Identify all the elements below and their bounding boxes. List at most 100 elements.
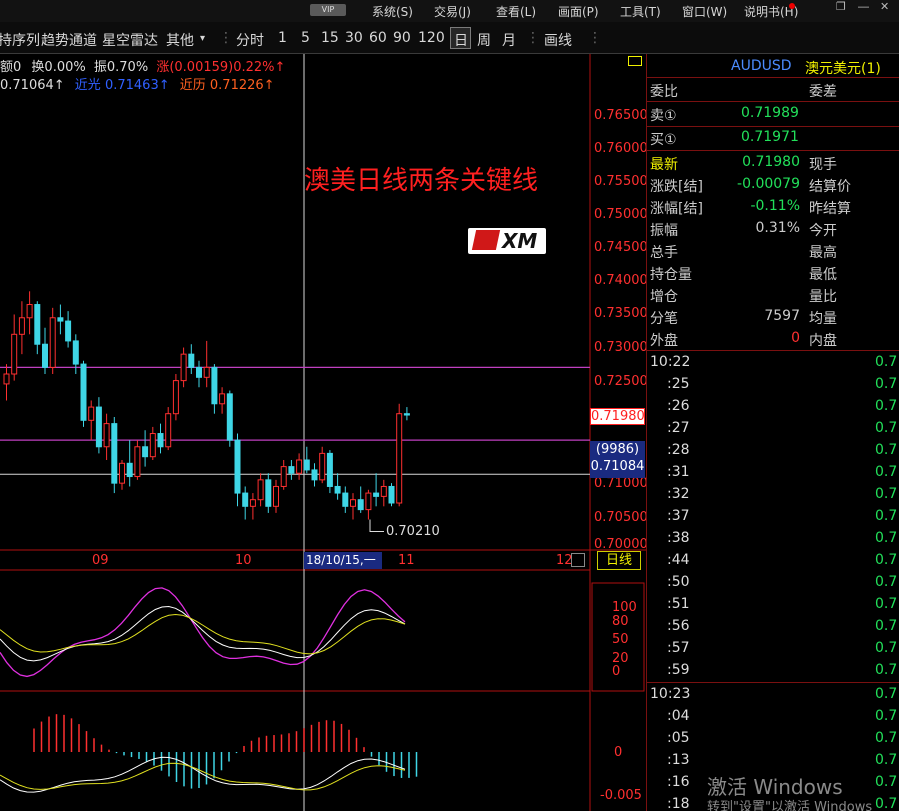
menu-tools[interactable]: 工具(T) bbox=[620, 3, 661, 20]
info-recent: 0.71463↑ bbox=[104, 78, 170, 93]
quote-panel: AUDUSD 澳元美元(1) 委比 委差 卖① 0.71989 买① 0.719… bbox=[646, 54, 899, 811]
tick-row[interactable]: :04 0.7 bbox=[647, 707, 899, 729]
toolbar-item-5min[interactable]: 5 bbox=[301, 30, 310, 46]
toolbar-item-trend-channel[interactable]: 趋势通道 bbox=[41, 30, 97, 50]
stat-label: 分笔 bbox=[650, 311, 678, 327]
candle-body bbox=[319, 452, 326, 481]
scroll-box-icon[interactable] bbox=[571, 553, 585, 567]
tick-row[interactable]: :38 0.7 bbox=[647, 529, 899, 551]
info-near-label: 近历 bbox=[179, 78, 206, 93]
price-tick: 0.76500 bbox=[594, 108, 648, 123]
vip-badge[interactable]: VIP bbox=[310, 4, 346, 16]
stat-label: 增仓 bbox=[650, 289, 678, 305]
candle-body bbox=[111, 423, 118, 484]
stat-label-2: 现手 bbox=[809, 157, 837, 173]
notification-dot bbox=[789, 3, 795, 9]
panel-divider bbox=[647, 101, 899, 102]
toolbar-item-30min[interactable]: 30 bbox=[345, 30, 363, 46]
tick-time: :13 bbox=[667, 752, 690, 768]
candle-body bbox=[219, 393, 226, 405]
toolbar-item-timeshare[interactable]: 分时 bbox=[236, 30, 264, 50]
kdj-j-line bbox=[0, 587, 406, 678]
tick-price: 0.7 bbox=[875, 640, 898, 656]
menu-view[interactable]: 查看(L) bbox=[496, 3, 536, 20]
tick-row[interactable]: :50 0.7 bbox=[647, 573, 899, 595]
info-change: 涨(0.00159)0.22%↑ bbox=[156, 60, 286, 75]
buy-row: 买① 0.71971 bbox=[647, 127, 899, 149]
candle-body bbox=[203, 366, 210, 378]
tick-row[interactable]: :57 0.7 bbox=[647, 639, 899, 661]
candle-body bbox=[88, 406, 95, 421]
toolbar-item-90min[interactable]: 90 bbox=[393, 30, 411, 46]
chevron-down-icon[interactable]: ▾ bbox=[200, 33, 205, 44]
price-tick: 0.73000 bbox=[594, 340, 648, 355]
tick-row[interactable]: :59 0.7 bbox=[647, 661, 899, 683]
panel-divider bbox=[647, 682, 899, 683]
toolbar-item-60min[interactable]: 60 bbox=[369, 30, 387, 46]
menu-system[interactable]: 系统(S) bbox=[372, 3, 413, 20]
tick-row[interactable]: :05 0.7 bbox=[647, 729, 899, 751]
tick-row[interactable]: :51 0.7 bbox=[647, 595, 899, 617]
tick-time: :32 bbox=[667, 486, 690, 502]
stat-label: 持仓量 bbox=[650, 267, 692, 283]
stat-row: 分笔 7597 均量 bbox=[647, 306, 899, 328]
candle-body bbox=[119, 462, 125, 484]
restore-icon[interactable]: ❐ bbox=[836, 0, 846, 13]
buy-label: 买① bbox=[650, 132, 677, 148]
candle-body bbox=[165, 413, 172, 448]
toolbar-item-1min[interactable]: 1 bbox=[278, 30, 287, 46]
minimize-icon[interactable]: ― bbox=[858, 0, 869, 13]
candle-body bbox=[49, 317, 56, 368]
tick-row[interactable]: :37 0.7 bbox=[647, 507, 899, 529]
toolbar-item-other[interactable]: 其他 bbox=[166, 30, 194, 50]
sell-price: 0.71989 bbox=[741, 105, 799, 121]
period-daily-button[interactable]: 日线 bbox=[597, 551, 641, 570]
info-row-1: 额0 换0.00% 振0.70% 涨(0.00159)0.22%↑ bbox=[0, 56, 285, 75]
tick-time: 10:23 bbox=[650, 686, 691, 702]
tick-row[interactable]: :28 0.7 bbox=[647, 441, 899, 463]
menu-window[interactable]: 窗口(W) bbox=[682, 3, 727, 20]
toolbar-item-sequence[interactable]: 持序列 bbox=[0, 30, 40, 50]
toolbar-item-radar[interactable]: 星空雷达 bbox=[102, 30, 158, 50]
stat-label: 振幅 bbox=[650, 223, 678, 239]
stat-row: 最新 0.71980 现手 bbox=[647, 152, 899, 174]
tick-time: :28 bbox=[667, 442, 690, 458]
close-icon[interactable]: ✕ bbox=[880, 0, 889, 13]
tick-row[interactable]: 10:23 0.7 bbox=[647, 685, 899, 707]
candle-body bbox=[180, 353, 187, 382]
tick-row[interactable]: :26 0.7 bbox=[647, 397, 899, 419]
candle-body bbox=[188, 353, 195, 368]
tick-time: :05 bbox=[667, 730, 690, 746]
tick-row[interactable]: :31 0.7 bbox=[647, 463, 899, 485]
candle-body bbox=[242, 492, 249, 507]
toolbar-item-120min[interactable]: 120 bbox=[418, 30, 445, 46]
tick-row[interactable]: :44 0.7 bbox=[647, 551, 899, 573]
toolbar-item-draw[interactable]: 画线 bbox=[544, 30, 572, 50]
panel-title: AUDUSD 澳元美元(1) bbox=[647, 56, 899, 78]
toolbar-item-daily[interactable]: 日 bbox=[454, 30, 468, 50]
tick-row[interactable]: 10:22 0.7 bbox=[647, 353, 899, 375]
toolbar-item-15min[interactable]: 15 bbox=[321, 30, 339, 46]
tick-row[interactable]: :25 0.7 bbox=[647, 375, 899, 397]
menu-trade[interactable]: 交易(J) bbox=[434, 3, 471, 20]
chart-annotation: 澳美日线两条关键线 bbox=[304, 166, 539, 196]
stat-label-2: 内盘 bbox=[809, 333, 837, 349]
info-amplitude: 振0.70% bbox=[93, 60, 149, 75]
candle-body bbox=[311, 469, 318, 481]
toolbar-item-weekly[interactable]: 周 bbox=[477, 30, 491, 50]
tick-time: :16 bbox=[667, 774, 690, 790]
tick-row[interactable]: :56 0.7 bbox=[647, 617, 899, 639]
tick-row[interactable]: :27 0.7 bbox=[647, 419, 899, 441]
tick-row[interactable]: :32 0.7 bbox=[647, 485, 899, 507]
kdj-tick: 100 bbox=[612, 600, 637, 615]
candle-body bbox=[80, 363, 87, 421]
tick-row[interactable]: :13 0.7 bbox=[647, 751, 899, 773]
candle-body bbox=[396, 413, 403, 504]
menu-screen[interactable]: 画面(P) bbox=[558, 3, 599, 20]
panel-toggle-icon[interactable] bbox=[628, 56, 642, 66]
toolbar-item-monthly[interactable]: 月 bbox=[502, 30, 516, 50]
low-price-marker bbox=[369, 519, 384, 533]
macd-tick: -0.005 bbox=[600, 788, 642, 803]
stat-row: 总手 最高 bbox=[647, 240, 899, 262]
panel-divider bbox=[647, 150, 899, 151]
